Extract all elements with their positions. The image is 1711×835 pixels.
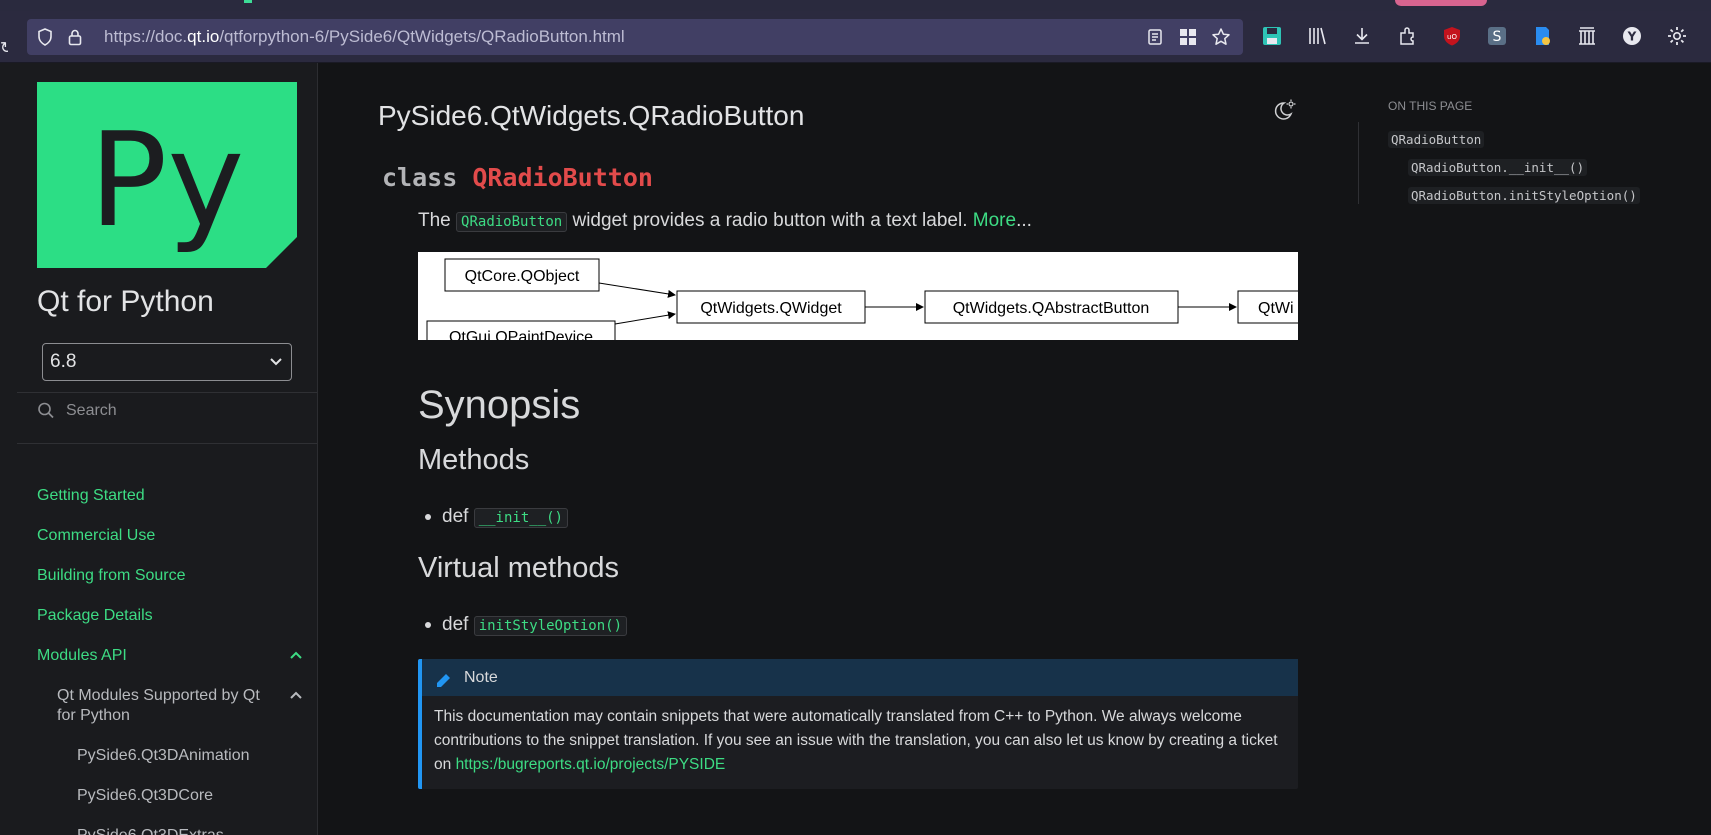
svg-text:QtWidgets.QWidget: QtWidgets.QWidget bbox=[700, 300, 842, 317]
active-tab-indicator bbox=[244, 0, 252, 3]
sidebar-item-modules-api[interactable]: Modules API bbox=[37, 646, 127, 666]
tracking-shield-icon[interactable] bbox=[35, 27, 55, 47]
chevron-up-icon[interactable] bbox=[289, 685, 303, 709]
diagram-node-qabstractbutton[interactable]: QtWidgets.QAbstractButton bbox=[924, 290, 1179, 324]
lock-icon[interactable] bbox=[65, 27, 85, 47]
synopsis-heading: Synopsis bbox=[418, 383, 581, 427]
version-value: 6.8 bbox=[50, 351, 77, 372]
note-header: Note bbox=[422, 659, 1298, 696]
virtual-method-item: def initStyleOption() bbox=[425, 614, 627, 636]
project-name[interactable]: Qt for Python bbox=[37, 285, 214, 319]
toc-item-init[interactable]: QRadioButton.__init__() bbox=[1408, 159, 1588, 176]
bullet-dot bbox=[425, 621, 431, 628]
svg-text:QtWidgets.QAbstractButton: QtWidgets.QAbstractButton bbox=[953, 300, 1150, 317]
toc-item-qradiobutton[interactable]: QRadioButton bbox=[1388, 131, 1485, 148]
search-placeholder: Search bbox=[66, 402, 117, 419]
download-icon[interactable] bbox=[1349, 25, 1375, 51]
sidebar-item-package-details[interactable]: Package Details bbox=[37, 606, 153, 626]
sidebar-item-commercial-use[interactable]: Commercial Use bbox=[37, 526, 155, 546]
version-select[interactable]: 6.8 bbox=[42, 343, 292, 381]
class-name[interactable]: QRadioButton bbox=[472, 163, 653, 192]
settings-icon[interactable] bbox=[1664, 25, 1690, 51]
chevron-down-icon bbox=[269, 344, 283, 393]
reload-icon[interactable]: ↻ bbox=[0, 35, 8, 61]
bookmark-star-icon[interactable] bbox=[1211, 27, 1231, 47]
bugreports-link[interactable]: https:/bugreports.qt.io/projects/PYSIDE bbox=[456, 756, 726, 773]
method-initstyleoption-link[interactable]: initStyleOption() bbox=[473, 616, 627, 636]
diagram-node-qwidget[interactable]: QtWidgets.QWidget bbox=[676, 290, 866, 324]
y-extension-icon[interactable]: Y bbox=[1619, 25, 1645, 51]
search-input[interactable]: Search bbox=[37, 393, 297, 429]
diagram-node-qradiobutton[interactable]: QtWi bbox=[1237, 290, 1298, 324]
archive-icon[interactable] bbox=[1574, 25, 1600, 51]
diagram-edge bbox=[614, 311, 676, 325]
s-extension-icon[interactable]: S bbox=[1484, 25, 1510, 51]
search-icon bbox=[37, 393, 55, 443]
note-admonition: Note This documentation may contain snip… bbox=[418, 659, 1298, 789]
qt-for-python-logo[interactable]: Py bbox=[37, 82, 297, 268]
tab-strip bbox=[0, 0, 1711, 11]
toc-divider bbox=[1358, 122, 1359, 204]
toc-item-initstyleoption[interactable]: QRadioButton.initStyleOption() bbox=[1408, 187, 1640, 204]
virtual-methods-heading: Virtual methods bbox=[418, 552, 619, 584]
note-body: This documentation may contain snippets … bbox=[434, 708, 1278, 773]
toc-title: ON THIS PAGE bbox=[1388, 99, 1473, 113]
extensions-icon[interactable] bbox=[1394, 25, 1420, 51]
sidebar-item-qt3danimation[interactable]: PySide6.Qt3DAnimation bbox=[77, 746, 250, 766]
library-icon[interactable] bbox=[1304, 25, 1330, 51]
browser-toolbar: ↻ https://doc.qt.io/qtforpython-6/PySide… bbox=[0, 11, 1711, 63]
class-intro: The QRadioButton widget provides a radio… bbox=[418, 210, 1032, 232]
logo-text: Py bbox=[89, 104, 244, 256]
svg-text:Y: Y bbox=[1627, 30, 1637, 44]
class-signature: class QRadioButton bbox=[382, 163, 653, 192]
page-title: PySide6.QtWidgets.QRadioButton bbox=[378, 100, 805, 131]
bookmarks-extension-icon[interactable] bbox=[1529, 25, 1555, 51]
method-item: def __init__() bbox=[425, 506, 568, 528]
bullet-dot bbox=[425, 513, 431, 520]
reader-view-icon[interactable] bbox=[1145, 27, 1165, 47]
pinned-tab[interactable] bbox=[1395, 0, 1487, 6]
on-this-page: ON THIS PAGE QRadioButton QRadioButton._… bbox=[1358, 63, 1711, 835]
diagram-node-qobject[interactable]: QtCore.QObject bbox=[444, 258, 600, 292]
diagram-node-qpaintdevice[interactable]: QtGui.QPaintDevice bbox=[426, 320, 616, 340]
sidebar-item-qt3dextras[interactable]: PySide6.Qt3DExtras bbox=[77, 826, 224, 835]
class-keyword: class bbox=[382, 163, 458, 192]
method-init-link[interactable]: __init__() bbox=[473, 508, 568, 528]
sidebar-item-qt-modules[interactable]: Qt Modules Supported by Qt for Python bbox=[57, 686, 277, 726]
chevron-up-icon[interactable] bbox=[289, 645, 303, 669]
sidebar: Py Qt for Python 6.8 Search Getting Star… bbox=[0, 63, 318, 835]
inheritance-diagram: QtCore.QObject QtGui.QPaintDevice QtWidg… bbox=[418, 252, 1298, 340]
theme-toggle-icon[interactable] bbox=[1270, 98, 1296, 129]
svg-text:QtWi: QtWi bbox=[1258, 300, 1294, 317]
pencil-icon bbox=[434, 659, 452, 709]
save-icon[interactable] bbox=[1259, 25, 1285, 51]
ublock-icon[interactable]: uO bbox=[1439, 25, 1465, 51]
svg-text:QtCore.QObject: QtCore.QObject bbox=[465, 268, 580, 285]
diagram-edge bbox=[598, 282, 676, 298]
note-title: Note bbox=[464, 669, 498, 686]
url-bar[interactable]: https://doc.qt.io/qtforpython-6/PySide6/… bbox=[27, 19, 1243, 55]
methods-heading: Methods bbox=[418, 444, 530, 476]
more-link[interactable]: More bbox=[973, 210, 1016, 231]
svg-text:QtGui.QPaintDevice: QtGui.QPaintDevice bbox=[449, 329, 593, 340]
class-code-ref[interactable]: QRadioButton bbox=[456, 212, 568, 232]
sidebar-item-getting-started[interactable]: Getting Started bbox=[37, 486, 145, 506]
sidebar-item-qt3dcore[interactable]: PySide6.Qt3DCore bbox=[77, 786, 213, 806]
svg-text:uO: uO bbox=[1447, 33, 1457, 41]
svg-text:S: S bbox=[1493, 29, 1502, 45]
url-text[interactable]: https://doc.qt.io/qtforpython-6/PySide6/… bbox=[104, 27, 625, 47]
grid-icon[interactable] bbox=[1178, 27, 1198, 47]
sidebar-item-building-from-source[interactable]: Building from Source bbox=[37, 566, 186, 586]
divider bbox=[17, 443, 317, 444]
